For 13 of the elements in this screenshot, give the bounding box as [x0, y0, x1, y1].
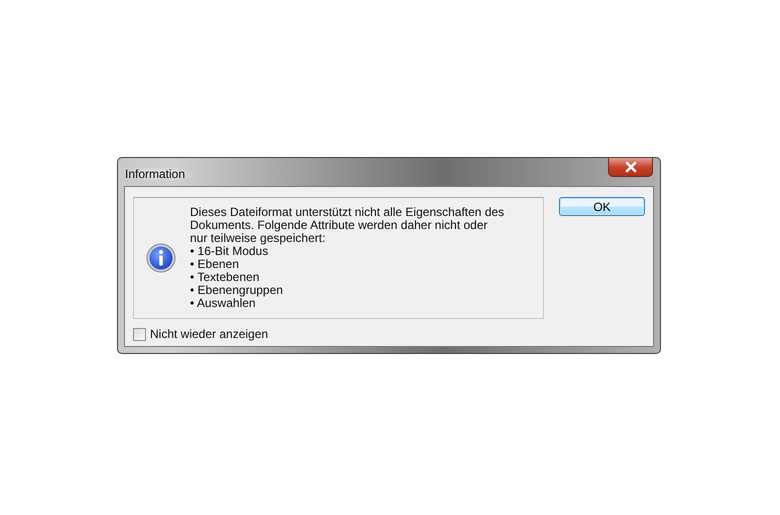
- message-text: Dieses Dateiformat unterstützt nicht alle Eigenschaften des Dokuments. Folgende Attribute werden daher nicht oder nur teilweise gespeichert:: [190, 206, 506, 245]
- list-item: • Auswahlen: [190, 297, 256, 310]
- checkbox[interactable]: [133, 328, 146, 340]
- list-item: • Textebenen: [190, 271, 260, 284]
- close-icon: [624, 161, 638, 173]
- list-item: • Ebenen: [190, 258, 240, 271]
- window-title: Information: [124, 167, 196, 181]
- ok-button[interactable]: OK: [559, 197, 645, 216]
- checkbox-label[interactable]: Nicht wieder anzeigen: [150, 327, 268, 341]
- close-button[interactable]: [608, 158, 653, 177]
- list-item: • 16-Bit Modus: [190, 245, 268, 258]
- list-item: • Ebenengruppen: [190, 284, 284, 297]
- info-icon: [146, 243, 176, 273]
